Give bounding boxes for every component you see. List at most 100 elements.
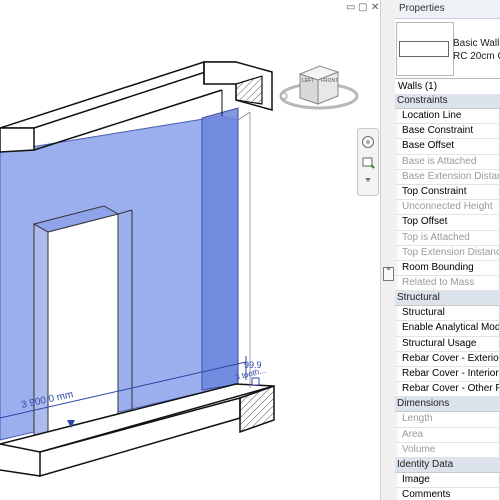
close-icon[interactable]: ✕	[371, 2, 379, 13]
property-row[interactable]: Top Offset	[395, 215, 500, 231]
row-gutter	[395, 382, 398, 397]
row-gutter	[395, 442, 398, 457]
property-label: Top Extension Distance	[402, 246, 500, 258]
property-row: Base is Attached	[395, 154, 500, 170]
temp-dimension-toggle-icon[interactable]	[251, 377, 260, 386]
row-gutter	[395, 124, 398, 139]
property-row: Top Extension Distance	[395, 245, 500, 261]
property-row[interactable]: Location Line	[395, 109, 500, 125]
property-label: Base Extension Distance	[402, 170, 500, 182]
properties-title: Properties	[395, 0, 500, 19]
property-row: Length	[395, 412, 500, 428]
property-row: Unconnected Height	[395, 200, 500, 216]
splitter-grip-icon[interactable]: ≡	[383, 266, 394, 281]
row-gutter	[395, 109, 398, 124]
panel-splitter[interactable]: ≡	[380, 0, 396, 500]
property-label: Top Offset	[402, 216, 448, 228]
property-label: Location Line	[402, 110, 462, 121]
row-gutter	[395, 412, 398, 427]
type-name[interactable]: Basic Wall RC 20cm C	[453, 37, 500, 63]
top-beam-front	[0, 127, 35, 153]
row-gutter	[395, 139, 398, 154]
property-row[interactable]: Top Constraint	[395, 184, 500, 201]
property-label: Top is Attached	[402, 231, 470, 243]
group-header-constraints[interactable]: Constraints	[395, 94, 500, 109]
row-gutter	[395, 245, 398, 260]
property-row: Area	[395, 427, 500, 443]
property-label: Structural Usage	[402, 337, 477, 349]
property-label: Related to Mass	[402, 277, 475, 289]
property-label: Base Offset	[402, 140, 455, 152]
property-row[interactable]: Image	[395, 472, 500, 489]
restore-icon[interactable]: ▢	[358, 2, 367, 13]
top-beam-top	[0, 61, 237, 129]
row-gutter	[395, 427, 398, 442]
property-label: Rebar Cover - Other Fac	[402, 383, 500, 395]
instance-filter-dropdown[interactable]: Walls (1)	[395, 78, 500, 95]
group-header-dimensions[interactable]: Dimensions	[395, 397, 500, 413]
row-gutter	[395, 169, 398, 184]
row-gutter	[395, 321, 398, 336]
property-row[interactable]: Rebar Cover - Other Fac	[395, 382, 500, 398]
property-row[interactable]: Rebar Cover - Interior F	[395, 367, 500, 383]
row-gutter	[395, 154, 398, 169]
minimize-icon[interactable]: ▭	[346, 2, 355, 13]
property-label: Image	[402, 473, 430, 485]
property-label: Enable Analytical Model	[402, 322, 500, 334]
property-label: Base is Attached	[402, 155, 477, 167]
wall-type-preview-icon	[396, 22, 454, 76]
property-row: Volume	[395, 442, 500, 458]
property-row[interactable]: Comments	[395, 488, 500, 500]
property-label: Area	[402, 428, 424, 440]
viewcube[interactable]: LEFT FRONT	[278, 52, 360, 112]
property-row: Top is Attached	[395, 230, 500, 246]
property-label: Structural	[402, 307, 445, 319]
property-label: Unconnected Height	[402, 201, 493, 213]
property-row[interactable]: Base Constraint	[395, 124, 500, 140]
property-label: Top Constraint	[402, 185, 467, 197]
row-gutter	[395, 306, 398, 321]
wall-end-face[interactable]	[201, 107, 239, 391]
property-label: Volume	[402, 443, 436, 455]
property-label: Comments	[402, 489, 451, 500]
viewcube-home-icon[interactable]	[280, 92, 288, 100]
property-list: Constraints Location Line Base Constraint B…	[395, 94, 500, 500]
property-label: Rebar Cover - Exterior F	[402, 352, 500, 364]
row-gutter	[395, 276, 398, 291]
property-row[interactable]: Rebar Cover - Exterior F	[395, 351, 500, 367]
row-gutter	[395, 351, 398, 366]
steering-wheel-icon[interactable]	[361, 135, 375, 149]
group-header-identity-data[interactable]: Identity Data	[395, 457, 500, 473]
viewcube-left-face[interactable]: LEFT	[302, 78, 314, 84]
row-gutter	[395, 472, 398, 488]
row-gutter	[395, 184, 398, 200]
row-gutter	[395, 200, 398, 215]
zoom-icon[interactable]	[361, 155, 375, 169]
property-label: Base Constraint	[402, 125, 474, 137]
viewcube-front-face[interactable]: FRONT	[321, 78, 338, 84]
row-gutter	[395, 215, 398, 230]
property-label: Room Bounding	[402, 261, 474, 273]
properties-palette[interactable]: Properties Basic Wall RC 20cm C Walls (1…	[395, 0, 500, 500]
group-header-structural[interactable]: Structural	[395, 291, 500, 307]
property-row[interactable]: Structural	[395, 306, 500, 322]
property-row[interactable]: Room Bounding	[395, 260, 500, 277]
row-gutter	[395, 336, 398, 351]
type-type-label: RC 20cm C	[453, 51, 500, 62]
property-label: Length	[402, 413, 433, 425]
nav-dropdown-icon[interactable]	[361, 173, 375, 187]
type-family-label: Basic Wall	[453, 38, 500, 49]
navigation-bar[interactable]	[357, 128, 379, 196]
property-row: Related to Mass	[395, 276, 500, 292]
row-gutter	[395, 230, 398, 245]
row-gutter	[395, 488, 398, 500]
row-gutter	[395, 260, 398, 276]
row-gutter	[395, 367, 398, 382]
property-row[interactable]: Base Offset	[395, 139, 500, 155]
3d-viewport[interactable]: 3 900.0 mm 99.9 3 tooth... ▭ ▢ ✕ LEFT FR…	[0, 0, 380, 500]
property-row[interactable]: Structural Usage	[395, 336, 500, 352]
property-row[interactable]: Enable Analytical Model	[395, 321, 500, 337]
property-label: Rebar Cover - Interior F	[402, 368, 500, 379]
property-row: Base Extension Distance	[395, 169, 500, 185]
type-selector[interactable]: Basic Wall RC 20cm C	[395, 19, 500, 77]
